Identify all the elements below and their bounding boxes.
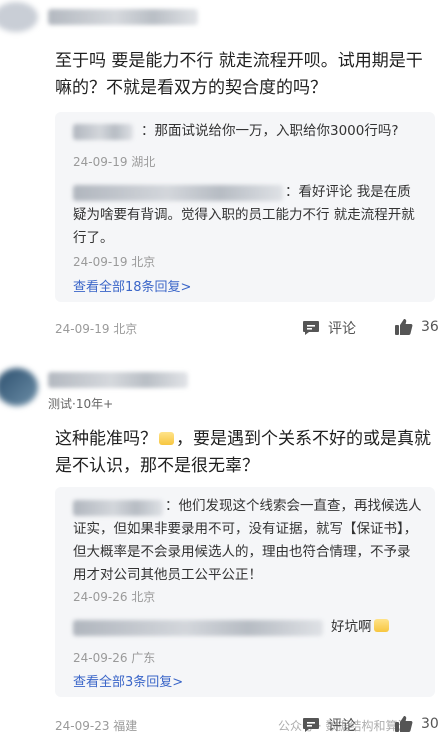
username[interactable] — [48, 372, 188, 388]
reply-meta: 24-09-26 广东 — [73, 651, 156, 665]
comment-icon — [303, 718, 319, 732]
see-all-replies-link[interactable]: 查看全部3条回复> — [73, 671, 183, 690]
reply-text: ：他们发现这个线索会一直查，再找候选人证实，但如果非要录用不可，没有证据，就写【… — [73, 498, 422, 583]
reply-thread: ：那面试说给你一万，入职给你3000行吗? 24-09-19 湖北 ：看好评论 … — [55, 112, 435, 302]
like-button[interactable]: 36 — [394, 318, 439, 336]
emoji-icon — [159, 432, 174, 445]
reply-meta: 24-09-26 北京 — [73, 590, 156, 604]
reply-username[interactable] — [73, 124, 133, 140]
see-all-replies-link[interactable]: 查看全部18条回复> — [73, 276, 191, 295]
reply-meta: 24-09-19 湖北 — [73, 155, 156, 169]
like-button[interactable]: 30 — [394, 715, 439, 733]
comment-button[interactable]: 评论 — [302, 318, 356, 338]
username[interactable] — [48, 9, 198, 25]
thumbs-up-icon — [395, 716, 413, 732]
comment-text: 至于吗 要是能力不行 就走流程开呗。试用期是干嘛的？不就是看双方的契合度的吗？ — [55, 51, 423, 98]
avatar[interactable] — [0, 368, 38, 406]
comment-label: 评论 — [328, 321, 356, 337]
reply-text: ：看好评论 我是在质疑为啥要有背调。觉得入职的员工能力不行 就走流程开就行了。 — [73, 184, 415, 246]
reply-text: ：那面试说给你一万，入职给你3000行吗? — [141, 123, 399, 139]
user-tag: 测试·10年+ — [48, 397, 114, 411]
reply-username[interactable] — [73, 620, 323, 636]
comment-meta: 24-09-19 北京 — [55, 322, 138, 336]
comment-2: 测试·10年+ 这种能准吗？ ，要是遇到个关系不好的或是真就是不认识，那不是很无辜… — [0, 360, 443, 743]
comment-label: 评论 — [328, 718, 356, 734]
emoji-icon — [373, 619, 389, 632]
reply-text: 好坑啊 — [331, 616, 421, 639]
like-count: 36 — [421, 319, 439, 335]
comment-meta: 24-09-23 福建 — [55, 719, 138, 733]
comment-1: 至于吗 要是能力不行 就走流程开呗。试用期是干嘛的？不就是看双方的契合度的吗？ … — [0, 0, 443, 345]
comment-text: 这种能准吗？ ，要是遇到个关系不好的或是真就是不认识，那不是很无辜？ — [55, 429, 431, 476]
avatar[interactable] — [0, 2, 38, 32]
comment-button[interactable]: 评论 — [302, 715, 356, 735]
like-count: 30 — [421, 716, 439, 732]
reply-meta: 24-09-19 北京 — [73, 255, 156, 269]
reply-thread: ：他们发现这个线索会一直查，再找候选人证实，但如果非要录用不可，没有证据，就写【… — [55, 487, 435, 697]
thumbs-up-icon — [395, 319, 413, 335]
comment-icon — [303, 321, 319, 335]
